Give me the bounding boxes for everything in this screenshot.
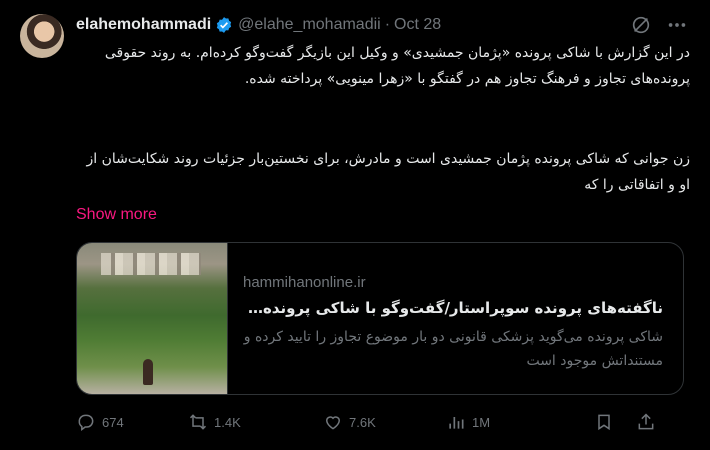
verified-badge-icon — [217, 17, 232, 33]
tweet-text-paragraph-2: زن جوانی که شاکی پرونده پژمان جمشیدی است… — [86, 151, 690, 193]
share-button[interactable] — [636, 412, 656, 432]
repost-button[interactable]: 1.4K — [188, 412, 241, 432]
link-description: شاکی پرونده می‌گوید پزشکی قانونی دو بار … — [243, 329, 663, 369]
link-preview-card[interactable]: hammihanonline.ir ناگفته‌های پرونده سوپر… — [76, 242, 684, 395]
display-name[interactable]: elahemohammadi — [76, 16, 211, 34]
reply-button[interactable]: 674 — [76, 412, 124, 432]
timestamp[interactable]: Oct 28 — [394, 16, 441, 34]
link-preview-image[interactable] — [77, 243, 228, 394]
tweet-header: elahemohammadi @elahe_mohamadii · Oct 28 — [76, 14, 441, 36]
action-bar: 674 1.4K 7.6K 1M — [76, 412, 690, 436]
reply-icon — [78, 414, 94, 431]
repost-icon — [189, 414, 207, 430]
link-title: ناگفته‌های پرونده سوپراستار/گفت‌وگو با ش… — [243, 299, 663, 317]
show-more-link[interactable]: Show more — [76, 204, 157, 226]
grok-icon[interactable] — [630, 14, 652, 36]
views-chart-icon — [449, 417, 464, 429]
share-icon — [638, 413, 654, 430]
bookmark-button[interactable] — [594, 412, 614, 432]
image-houses — [101, 253, 201, 275]
handle[interactable]: @elahe_mohamadii — [238, 16, 381, 34]
more-options-icon[interactable] — [665, 14, 689, 36]
reply-count: 674 — [102, 414, 124, 430]
tweet-text-paragraph-1: در این گزارش با شاکی پرونده «پژمان جمشید… — [104, 45, 690, 87]
views-button[interactable]: 1M — [446, 412, 490, 432]
views-count: 1M — [472, 414, 491, 430]
like-button[interactable]: 7.6K — [323, 412, 376, 432]
bookmark-icon — [598, 414, 610, 431]
link-domain: hammihanonline.ir — [243, 274, 366, 291]
separator-dot: · — [384, 16, 391, 33]
image-person — [143, 359, 153, 385]
avatar[interactable] — [20, 14, 64, 58]
heart-icon — [325, 416, 341, 430]
like-count: 7.6K — [349, 414, 376, 430]
repost-count: 1.4K — [214, 414, 241, 430]
